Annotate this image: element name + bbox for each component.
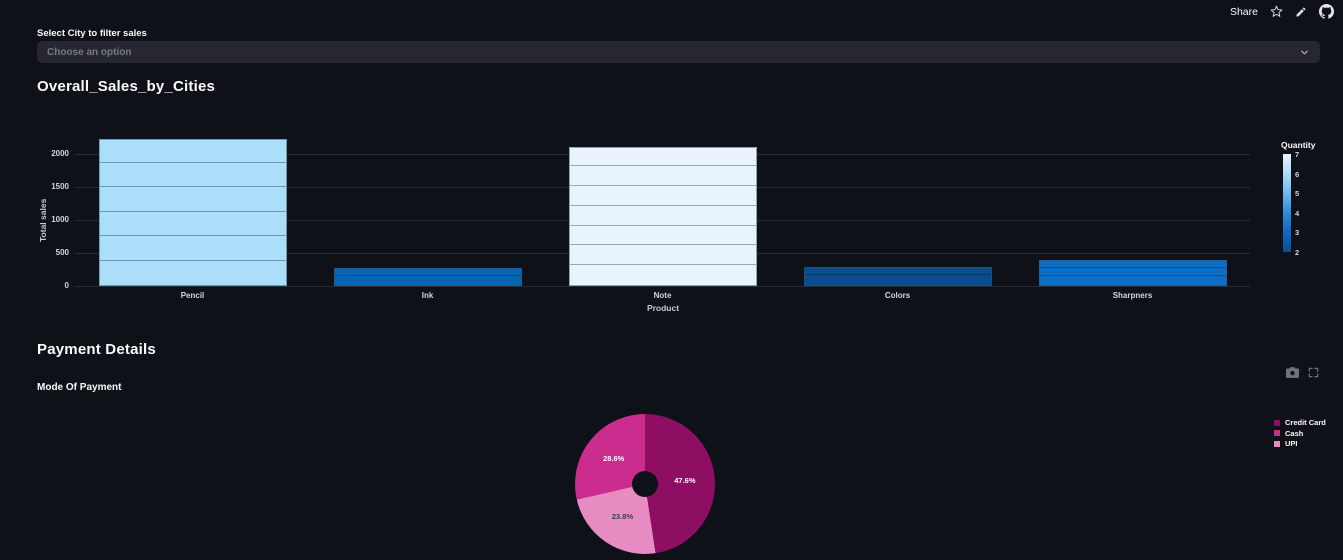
x-tick-label: Colors: [884, 291, 911, 300]
pie-legend-item[interactable]: Credit Card: [1274, 418, 1326, 427]
colorbar-tick-label: 5: [1295, 189, 1300, 199]
legend-swatch: [1274, 419, 1280, 426]
pie-legend-item[interactable]: Cash: [1274, 429, 1303, 438]
gridline: [75, 286, 1250, 287]
section-title-overall-sales: Overall_Sales_by_Cities: [37, 78, 216, 95]
bar-segment-divider: [569, 224, 756, 226]
bar-segment-divider: [569, 244, 756, 246]
bar-segment-divider: [99, 161, 286, 163]
bar-segment-divider: [99, 186, 286, 188]
camera-icon[interactable]: [1286, 367, 1299, 378]
bar-segment-divider: [804, 274, 991, 276]
legend-label: Cash: [1285, 428, 1304, 438]
colorbar-title: Quantity: [1281, 140, 1316, 150]
edit-icon[interactable]: [1295, 6, 1307, 18]
bar-segment-divider: [99, 235, 286, 237]
bar-segment-divider: [569, 165, 756, 167]
pie-slice-label: 47.6%: [674, 475, 696, 485]
x-tick-label: Pencil: [180, 291, 205, 300]
bar-ink[interactable]: [333, 267, 522, 286]
legend-swatch: [1274, 440, 1280, 447]
city-filter-select[interactable]: Choose an option: [37, 41, 1320, 63]
pie-chart-title: Mode Of Payment: [37, 382, 122, 393]
bar-segment-divider: [1039, 275, 1226, 277]
y-tick-label: 500: [55, 248, 69, 257]
colorbar-tick-label: 7: [1295, 150, 1300, 159]
bar-segment-divider: [569, 204, 756, 206]
github-icon[interactable]: [1319, 4, 1334, 19]
legend-label: Credit Card: [1285, 418, 1326, 427]
bar-segment-divider: [334, 274, 521, 276]
app-root: Share Select City to filter sales Choose…: [0, 0, 1343, 560]
pie-legend-item[interactable]: UPI: [1274, 439, 1298, 448]
bar-note[interactable]: [568, 147, 757, 286]
colorbar-tick-label: 3: [1295, 228, 1300, 238]
y-tick-label: 0: [64, 281, 69, 290]
x-tick-label: Sharpners: [1112, 291, 1153, 300]
city-filter-label: Select City to filter sales: [37, 28, 147, 39]
app-toolbar: Share: [1230, 4, 1334, 19]
bar-segment-divider: [99, 259, 286, 261]
star-icon[interactable]: [1270, 5, 1283, 18]
fullscreen-icon[interactable]: [1308, 367, 1319, 378]
y-tick-label: 1500: [51, 182, 69, 191]
chevron-down-icon: [1299, 47, 1310, 58]
x-tick-label: Ink: [421, 291, 434, 300]
bar-colors[interactable]: [803, 266, 992, 286]
y-axis-title: Total sales: [38, 198, 48, 242]
x-axis-title: Product: [646, 303, 680, 313]
colorbar-tick-label: 6: [1295, 169, 1300, 179]
pie-chart-hole: [632, 471, 658, 497]
x-tick-label: Note: [653, 291, 672, 300]
bar-segment-divider: [569, 184, 756, 186]
bar-segment-divider: [569, 264, 756, 266]
colorbar-gradient: [1283, 154, 1291, 252]
select-placeholder: Choose an option: [47, 46, 132, 58]
bar-segment-divider: [99, 210, 286, 212]
bar-segment-divider: [1039, 266, 1226, 268]
section-title-payment-details: Payment Details: [37, 341, 156, 358]
legend-swatch: [1274, 430, 1280, 436]
bar-sharpners[interactable]: [1038, 260, 1227, 286]
colorbar-tick-label: 2: [1295, 248, 1300, 257]
chart-modebar: [1286, 367, 1319, 378]
y-tick-label: 2000: [51, 149, 69, 158]
share-button[interactable]: Share: [1230, 6, 1258, 18]
legend-label: UPI: [1285, 439, 1298, 448]
bar-pencil[interactable]: [98, 139, 287, 286]
colorbar-tick-label: 4: [1295, 208, 1300, 218]
pie-slice-label: 28.6%: [603, 454, 625, 464]
pie-slice-label: 23.8%: [611, 512, 634, 522]
